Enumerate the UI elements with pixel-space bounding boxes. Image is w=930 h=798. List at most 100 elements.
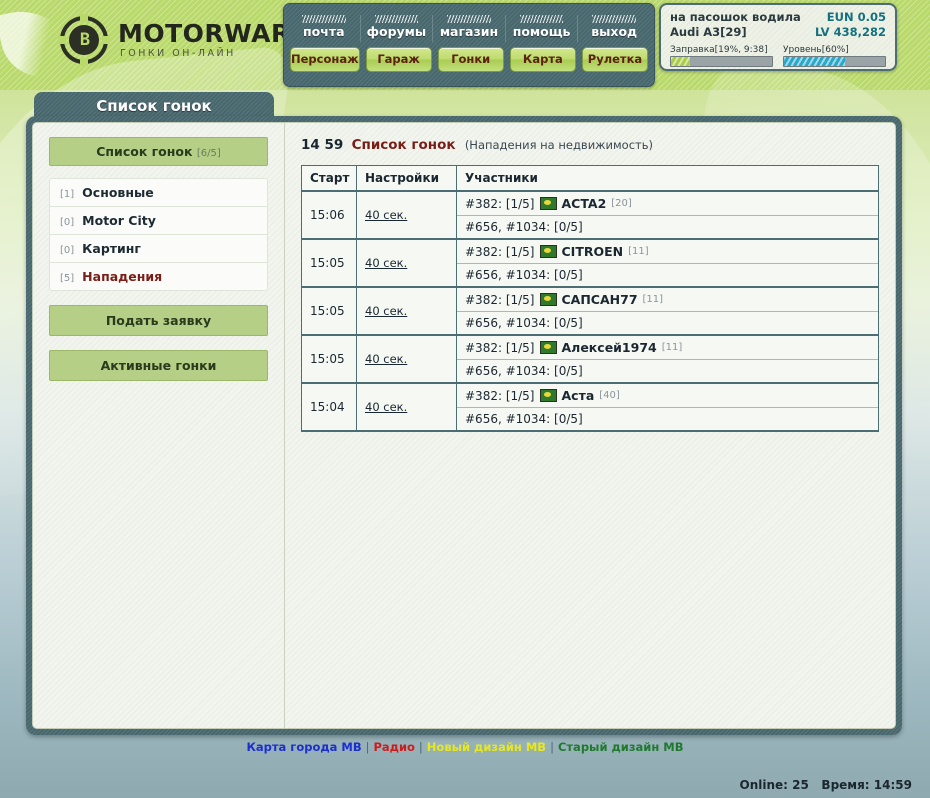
- participant-slot: #656, #1034: [0/5]: [465, 220, 583, 234]
- footer-separator: |: [550, 740, 554, 754]
- footer-link-1[interactable]: Карта города МВ: [246, 740, 361, 754]
- participant-row: #382: [1/5] Алексей1974 [11]: [457, 336, 878, 360]
- page-clock: 14 59: [301, 137, 344, 153]
- nav-link-help[interactable]: помощь: [506, 15, 579, 42]
- main-window: Список гонок Список гонок [6/5] [1] Основ…: [26, 92, 902, 735]
- table-row: 15:04 40 сек. #382: [1/5] Аста [40] #656, #10…: [301, 383, 879, 432]
- participant-level: [20]: [611, 198, 632, 209]
- table-header-row: Старт Настройки Участники: [301, 165, 879, 192]
- nav-button-roulette[interactable]: Рулетка: [581, 47, 649, 72]
- participant-row: #656, #1034: [0/5]: [457, 360, 878, 382]
- participant-slot: #382: [1/5]: [465, 244, 535, 259]
- currency-label: EUN: [826, 10, 854, 24]
- cell-settings: 40 сек.: [356, 191, 457, 240]
- online-label: Online:: [739, 778, 788, 792]
- footer-link-2[interactable]: Радио: [373, 740, 414, 754]
- races-table: Старт Настройки Участники 15:06 40 сек. #3…: [301, 165, 879, 432]
- sidebar-header-label: Список гонок: [96, 144, 193, 159]
- settings-link[interactable]: 40 сек.: [365, 208, 407, 222]
- sidebar-item-4[interactable]: [5] Нападения: [49, 262, 268, 291]
- settings-link[interactable]: 40 сек.: [365, 304, 407, 318]
- sidebar-item-3[interactable]: [0] Картинг: [49, 234, 268, 262]
- footer-separator: |: [365, 740, 370, 754]
- flag-icon: [539, 197, 557, 210]
- column-header-start: Старт: [301, 165, 357, 192]
- races-table-body: 15:06 40 сек. #382: [1/5] ACTA2 [20] #656, #1…: [301, 191, 879, 432]
- level-bar-track: [783, 56, 886, 67]
- sidebar-item-badge: [0]: [60, 245, 75, 256]
- hatch-icon: [519, 15, 564, 23]
- participant-slot: #656, #1034: [0/5]: [465, 316, 583, 330]
- time-label: Время:: [821, 778, 870, 792]
- settings-link[interactable]: 40 сек.: [365, 256, 407, 270]
- participant-level: [11]: [628, 246, 649, 257]
- participant-slot: #656, #1034: [0/5]: [465, 412, 583, 426]
- sidebar-item-badge: [5]: [60, 273, 75, 284]
- cell-settings: 40 сек.: [356, 239, 457, 288]
- participant-row: #656, #1034: [0/5]: [457, 408, 878, 430]
- nav-button-map[interactable]: Карта: [509, 47, 576, 72]
- sidebar-header[interactable]: Список гонок [6/5]: [49, 137, 268, 166]
- footer-status: Online: 25 Время: 14:59: [740, 778, 912, 792]
- sidebar-item-label: Нападения: [82, 269, 163, 284]
- nav-link-mail[interactable]: почта: [288, 15, 361, 42]
- participant-name[interactable]: Аста: [562, 388, 595, 403]
- footer-link-3[interactable]: Новый дизайн МВ: [427, 740, 546, 754]
- window-inner: Список гонок [6/5] [1] Основные [0] Motor C…: [32, 122, 896, 729]
- player-car: Audi A3[29]: [670, 25, 747, 39]
- sidebar-button-active-races[interactable]: Активные гонки: [49, 350, 268, 381]
- participant-row: #656, #1034: [0/5]: [457, 216, 878, 238]
- cell-start: 15:04: [301, 383, 357, 432]
- nav-link-label: магазин: [439, 24, 499, 39]
- nav-button-garage[interactable]: Гараж: [365, 47, 432, 72]
- sidebar-item-2[interactable]: [0] Motor City: [49, 206, 268, 234]
- participant-name[interactable]: ACTA2: [562, 196, 607, 211]
- page-title-note: (Нападения на недвижимость): [464, 138, 654, 152]
- sidebar-item-label: Картинг: [82, 241, 141, 256]
- participant-name[interactable]: Алексей1974: [562, 340, 657, 355]
- page-title: 14 59 Список гонок (Нападения на недвижи…: [301, 137, 879, 153]
- nav-button-character[interactable]: Персонаж: [290, 47, 360, 72]
- level-value: 438,282: [833, 25, 886, 39]
- cell-participants: #382: [1/5] САПСАН77 [11] #656, #1034: [0/5…: [456, 287, 879, 336]
- footer-link-4[interactable]: Старый дизайн МВ: [558, 740, 684, 754]
- participant-name[interactable]: САПСАН77: [562, 292, 638, 307]
- status-line-car: Audi A3[29] LV 438,282: [670, 25, 886, 40]
- fuel-bar-fill: [671, 57, 691, 66]
- participant-row: #382: [1/5] Аста [40]: [457, 384, 878, 408]
- online-value: 25: [792, 778, 809, 792]
- cell-participants: #382: [1/5] ACTA2 [20] #656, #1034: [0/5]: [456, 191, 879, 240]
- status-line-name: на пасошок водила EUN 0.05: [670, 10, 886, 25]
- table-row: 15:06 40 сек. #382: [1/5] ACTA2 [20] #656, #1…: [301, 191, 879, 240]
- participant-name[interactable]: CITROEN: [562, 244, 624, 259]
- nav-link-forums[interactable]: форумы: [361, 15, 434, 42]
- top-nav-buttons: Персонаж Гараж Гонки Карта Рулетка: [284, 42, 654, 77]
- hatch-icon: [374, 15, 419, 23]
- participant-row: #382: [1/5] САПСАН77 [11]: [457, 288, 878, 312]
- sidebar-button-submit-request[interactable]: Подать заявку: [49, 305, 268, 336]
- footer-separator: |: [418, 740, 423, 754]
- cell-participants: #382: [1/5] Аста [40] #656, #1034: [0/5]: [456, 383, 879, 432]
- level-bar-block: Уровень[60%]: [783, 45, 886, 67]
- participant-level: [11]: [661, 342, 683, 353]
- cell-start: 15:06: [301, 191, 357, 240]
- page-title-text: Список гонок: [351, 137, 456, 153]
- nav-button-races[interactable]: Гонки: [437, 47, 504, 72]
- cell-settings: 40 сек.: [356, 335, 457, 384]
- nav-link-label: помощь: [512, 24, 571, 39]
- participant-slot: #382: [1/5]: [465, 340, 535, 355]
- nav-link-shop[interactable]: магазин: [433, 15, 506, 42]
- participant-row: #656, #1034: [0/5]: [457, 312, 878, 334]
- column-header-participants: Участники: [456, 165, 879, 192]
- settings-link[interactable]: 40 сек.: [365, 352, 407, 366]
- sidebar-header-count: [6/5]: [196, 148, 221, 159]
- fuel-bar-track: [670, 56, 773, 67]
- sidebar-item-1[interactable]: [1] Основные: [49, 178, 268, 206]
- level-bar-fill: [784, 57, 845, 66]
- flag-icon: [539, 293, 557, 306]
- participant-level: [40]: [599, 390, 620, 401]
- settings-link[interactable]: 40 сек.: [365, 400, 407, 414]
- nav-link-logout[interactable]: выход: [578, 15, 650, 42]
- sidebar-category-list: [1] Основные [0] Motor City [0] Картинг [5] Нап…: [49, 178, 268, 291]
- cell-participants: #382: [1/5] CITROEN [11] #656, #1034: [0/5]: [456, 239, 879, 288]
